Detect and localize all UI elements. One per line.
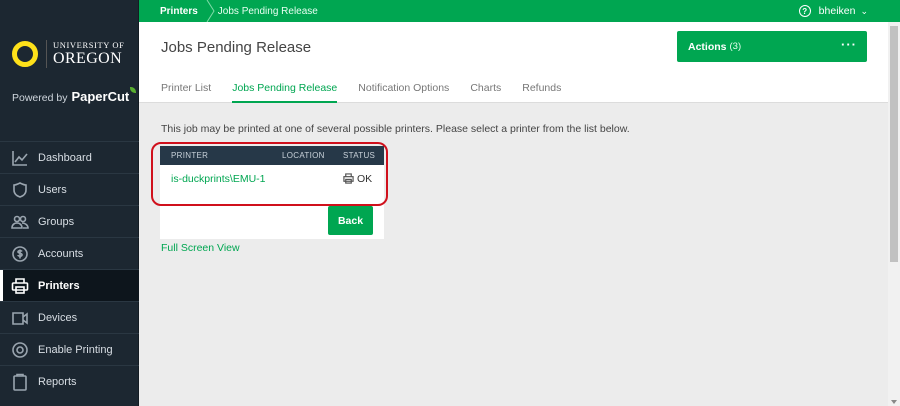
tab-printer-list[interactable]: Printer List [161, 74, 211, 103]
dollar-circle-icon [11, 245, 29, 263]
logo-university-text: UNIVERSITY OF [53, 40, 125, 51]
actions-button[interactable]: Actions (3) ··· [677, 31, 867, 62]
enable-printing-icon [11, 341, 29, 359]
tab-jobs-pending-release[interactable]: Jobs Pending Release [232, 74, 338, 103]
sidebar-item-reports[interactable]: Reports [0, 365, 139, 397]
sidebar-item-label: Accounts [38, 247, 84, 260]
sidebar-item-label: Dashboard [38, 151, 92, 164]
sidebar-item-label: Enable Printing [38, 343, 113, 356]
logo-oregon-text: OREGON [53, 49, 123, 67]
printer-icon [11, 277, 29, 295]
breadcrumb-separator-icon [206, 0, 216, 22]
sidebar-item-label: Groups [38, 215, 75, 228]
breadcrumb-printers[interactable]: Printers [139, 0, 206, 22]
sidebar-item-devices[interactable]: Devices [0, 301, 139, 333]
annotation-highlight-box [151, 142, 388, 206]
sidebar-item-users[interactable]: Users [0, 173, 139, 205]
vertical-scrollbar[interactable] [888, 22, 900, 406]
scrollbar-thumb[interactable] [890, 26, 898, 262]
full-screen-view-link[interactable]: Full Screen View [161, 242, 240, 254]
device-icon [11, 309, 29, 327]
breadcrumb-current: Jobs Pending Release [217, 5, 318, 17]
sidebar-item-accounts[interactable]: Accounts [0, 237, 139, 269]
username: bheiken [818, 5, 856, 17]
sidebar-item-label: Reports [38, 375, 77, 388]
sidebar: UNIVERSITY OF OREGON Powered by PaperCut… [0, 0, 139, 406]
shield-user-icon [11, 181, 29, 199]
back-button[interactable]: Back [328, 206, 373, 235]
oregon-o-icon [12, 41, 38, 67]
more-dots-icon: ··· [841, 37, 857, 52]
sidebar-item-printers[interactable]: Printers [0, 269, 139, 301]
help-icon[interactable]: ? [798, 5, 811, 17]
top-bar: Printers Jobs Pending Release ? bheiken … [139, 0, 900, 22]
chart-line-icon [11, 149, 29, 167]
sidebar-item-label: Printers [38, 279, 80, 292]
sidebar-item-groups[interactable]: Groups [0, 205, 139, 237]
sidebar-item-dashboard[interactable]: Dashboard [0, 141, 139, 173]
sidebar-nav: Dashboard Users Groups Accounts Printers [0, 141, 139, 397]
instruction-message: This job may be printed at one of severa… [161, 123, 630, 135]
logo-divider [46, 40, 47, 68]
tab-notification-options[interactable]: Notification Options [358, 74, 449, 103]
scroll-down-arrow-icon[interactable] [891, 400, 897, 404]
tab-charts[interactable]: Charts [470, 74, 501, 103]
papercut-leaf-icon [130, 87, 137, 93]
papercut-logo-text: PaperCut [71, 89, 130, 104]
powered-by-label: Powered by [12, 92, 68, 104]
actions-count: (3) [729, 41, 742, 52]
sidebar-item-label: Users [38, 183, 67, 196]
page-header: Jobs Pending Release Actions (3) ··· Pri… [139, 22, 888, 103]
page-title: Jobs Pending Release [161, 39, 312, 56]
university-logo[interactable]: UNIVERSITY OF OREGON [12, 40, 124, 68]
actions-label: Actions [688, 40, 727, 53]
tab-bar: Printer List Jobs Pending Release Notifi… [161, 74, 582, 103]
sidebar-item-enable-printing[interactable]: Enable Printing [0, 333, 139, 365]
user-menu[interactable]: ? bheiken ⌄ [798, 0, 868, 22]
powered-by: Powered by PaperCut [12, 87, 137, 104]
chevron-down-icon: ⌄ [860, 5, 868, 16]
people-icon [11, 213, 29, 231]
tab-refunds[interactable]: Refunds [522, 74, 561, 103]
sidebar-item-label: Devices [38, 311, 78, 324]
clipboard-icon [11, 373, 29, 391]
